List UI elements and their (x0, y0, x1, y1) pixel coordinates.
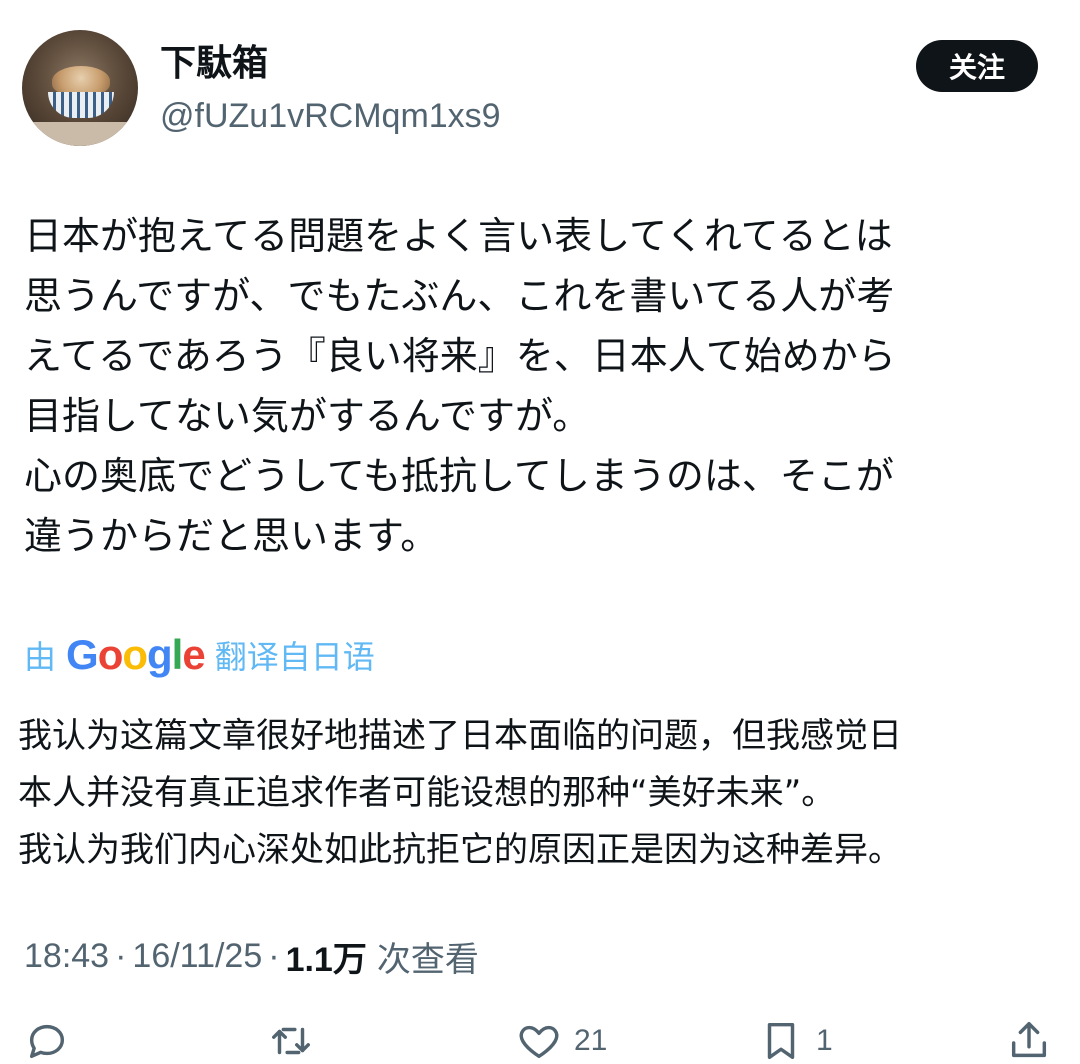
translation-attribution: 由 Google 翻译自日语 (24, 630, 375, 680)
bookmark-icon (758, 1018, 804, 1064)
google-logo-letter-6: e (182, 631, 205, 678)
avatar[interactable] (22, 30, 138, 146)
bookmark-button[interactable]: 1 (758, 1018, 833, 1064)
follow-button[interactable]: 关注 (916, 40, 1038, 92)
action-bar: 21 1 (0, 1018, 1080, 1064)
tweet-meta: 18:43 · 16/11/25 · 1.1万 次查看 (24, 930, 479, 982)
display-name[interactable]: 下駄箱 (160, 40, 268, 88)
google-logo: Google (66, 631, 206, 679)
user-handle[interactable]: @fUZu1vRCMqm1xs9 (160, 94, 501, 138)
share-icon (1006, 1018, 1052, 1064)
reply-button[interactable] (24, 1018, 82, 1064)
translated-text: 我认为这篇文章很好地描述了日本面临的问题，但我感觉日 本人并没有真正追求作者可能… (18, 716, 902, 870)
like-button[interactable]: 21 (516, 1018, 607, 1064)
reply-icon (24, 1018, 70, 1064)
heart-icon (516, 1018, 562, 1064)
meta-separator: · (268, 936, 280, 975)
avatar-bowl (48, 92, 114, 118)
bookmark-count: 1 (816, 1024, 833, 1057)
avatar-table (22, 122, 138, 146)
views-label[interactable]: 次查看 (377, 932, 479, 981)
views-count[interactable]: 1.1万 (286, 932, 367, 981)
google-logo-letter-2: o (97, 631, 124, 678)
google-logo-letter-1: G (66, 631, 99, 678)
google-logo-letter-4: g (147, 631, 173, 678)
tweet-time[interactable]: 18:43 (24, 937, 109, 976)
google-logo-letter-3: o (122, 631, 148, 678)
google-logo-letter-5: l (171, 631, 184, 678)
tweet-date[interactable]: 16/11/25 (132, 937, 262, 976)
retweet-button[interactable] (268, 1018, 326, 1064)
translated-by-label: 由 (24, 638, 57, 676)
retweet-icon (268, 1018, 314, 1064)
tweet-text: 日本が抱えてる問題をよく言い表してくれてるとは 思うんですが、でもたぶん、これを… (24, 214, 896, 558)
meta-separator: · (115, 936, 127, 975)
translate-source-link[interactable]: 翻译自日语 (215, 632, 375, 678)
share-button[interactable] (1006, 1018, 1052, 1064)
like-count: 21 (574, 1024, 608, 1057)
